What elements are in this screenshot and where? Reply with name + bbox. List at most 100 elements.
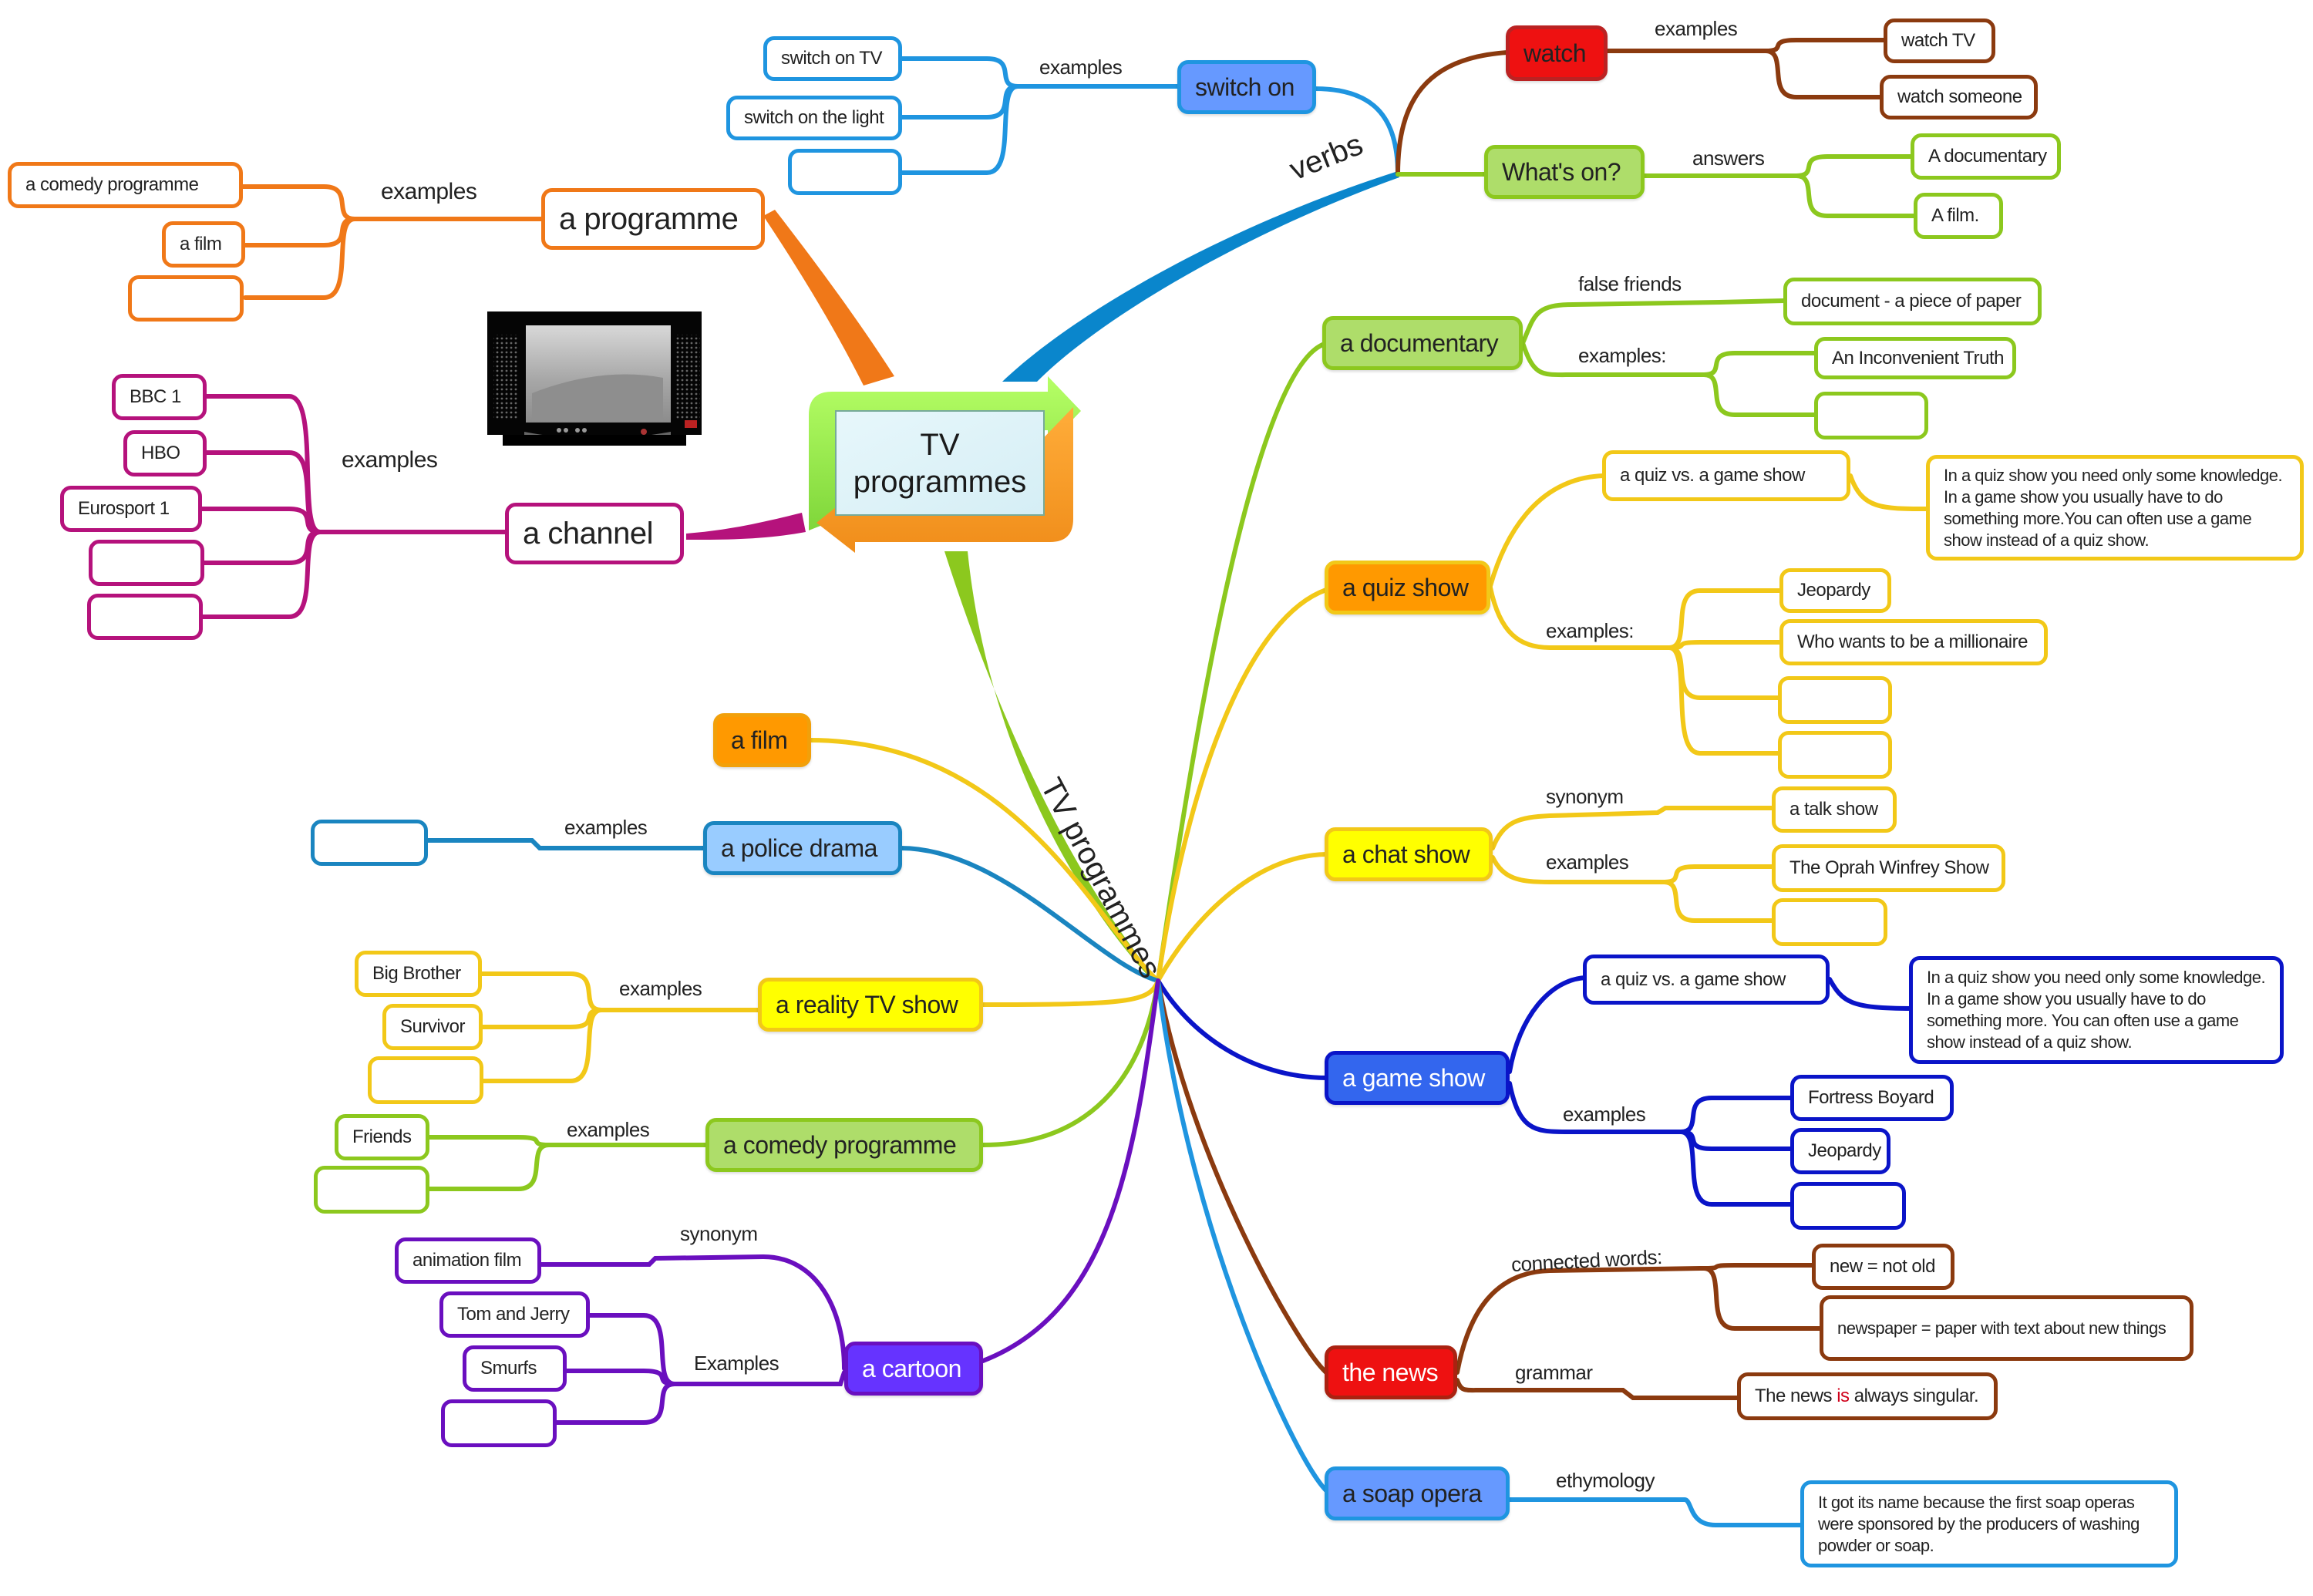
central-topic[interactable]: TV programmes bbox=[801, 376, 1081, 553]
leaf-a-film-answer[interactable]: A film. bbox=[1914, 193, 2003, 239]
leaf-empty[interactable] bbox=[1790, 1182, 1906, 1230]
leaf-watch-someone[interactable]: watch someone bbox=[1880, 75, 2038, 120]
connector-line bbox=[1520, 298, 1787, 345]
leaf-empty[interactable] bbox=[788, 149, 902, 195]
node-switch-on[interactable]: switch on bbox=[1177, 60, 1316, 114]
relation-label: synonym bbox=[680, 1222, 758, 1245]
leaf-watch-tv[interactable]: watch TV bbox=[1884, 19, 1995, 63]
connector-line bbox=[1675, 1096, 1795, 1134]
node-whats-on[interactable]: What's on? bbox=[1484, 145, 1645, 199]
leaf-a-documentary-label: A documentary bbox=[1928, 146, 2047, 167]
leaf-bbc-1-label: BBC 1 bbox=[130, 386, 181, 407]
node-the-news-label: the news bbox=[1342, 1358, 1439, 1386]
leaf-eurosport-1[interactable]: Eurosport 1 bbox=[60, 486, 202, 532]
node-switch-on-label: switch on bbox=[1195, 72, 1295, 101]
leaf-a-film-label: a film bbox=[180, 234, 222, 254]
leaf-newspaper[interactable]: newspaper = paper with text about new th… bbox=[1820, 1295, 2193, 1361]
note-game-vs-quiz-show[interactable]: In a quiz show you need only some knowle… bbox=[1909, 956, 2284, 1064]
leaf-an-inconvenient-truth-label: An Inconvenient Truth bbox=[1832, 347, 2004, 369]
leaf-switch-on-tv[interactable]: switch on TV bbox=[763, 36, 902, 81]
node-a-soap-opera[interactable]: a soap opera bbox=[1325, 1466, 1510, 1520]
leaf-a-documentary[interactable]: A documentary bbox=[1911, 133, 2061, 180]
leaf-grammar-note[interactable]: The news is always singular. bbox=[1737, 1372, 1998, 1420]
leaf-a-comedy-programme[interactable]: a comedy programme bbox=[8, 162, 243, 208]
leaf-big-brother[interactable]: Big Brother bbox=[355, 951, 482, 997]
leaf-empty[interactable] bbox=[87, 594, 203, 640]
node-a-chat-show[interactable]: a chat show bbox=[1325, 827, 1493, 881]
connector-line bbox=[426, 838, 705, 850]
note-soap-opera-etymology[interactable]: It got its name because the first soap o… bbox=[1800, 1480, 2178, 1567]
leaf-animation-film[interactable]: animation film bbox=[395, 1237, 541, 1284]
leaf-friends[interactable]: Friends bbox=[335, 1114, 429, 1160]
leaf-a-talk-show[interactable]: a talk show bbox=[1772, 786, 1897, 833]
leaf-tom-and-jerry-label: Tom and Jerry bbox=[457, 1304, 570, 1325]
leaf-empty[interactable] bbox=[441, 1399, 557, 1447]
connector-line bbox=[1663, 588, 1783, 650]
leaf-smurfs-label: Smurfs bbox=[480, 1358, 537, 1379]
leaf-watch-tv-label: watch TV bbox=[1901, 30, 1975, 51]
node-a-documentary[interactable]: a documentary bbox=[1322, 316, 1523, 370]
leaf-switch-on-the-light-label: switch on the light bbox=[744, 107, 884, 128]
node-a-film[interactable]: a film bbox=[713, 713, 811, 767]
leaf-who-wants-to-be-a-millionaire[interactable]: Who wants to be a millionaire bbox=[1779, 619, 2048, 665]
connector-line bbox=[1698, 1266, 1823, 1331]
leaf-document-a-piece-of-paper[interactable]: document - a piece of paper bbox=[1783, 278, 2042, 325]
node-a-comedy-programme[interactable]: a comedy programme bbox=[705, 1118, 983, 1172]
leaf-bbc-1[interactable]: BBC 1 bbox=[112, 374, 207, 420]
connector-line bbox=[200, 530, 507, 565]
connector-line bbox=[1455, 1266, 1702, 1375]
node-a-quiz-show-label: a quiz show bbox=[1342, 573, 1469, 601]
node-a-cartoon-label: a cartoon bbox=[862, 1354, 961, 1382]
leaf-empty[interactable] bbox=[89, 540, 204, 586]
node-a-quiz-show[interactable]: a quiz show bbox=[1325, 561, 1490, 614]
leaf-hbo[interactable]: HBO bbox=[123, 430, 207, 476]
node-a-comedy-programme-label: a comedy programme bbox=[723, 1130, 957, 1159]
relation-label: synonym bbox=[1546, 785, 1624, 808]
leaf-empty[interactable] bbox=[1778, 676, 1892, 724]
connector-line bbox=[1663, 640, 1783, 650]
node-game-quiz-vs-game-show[interactable]: a quiz vs. a game show bbox=[1583, 955, 1830, 1005]
node-a-quiz-vs-a-game-show[interactable]: a quiz vs. a game show bbox=[1602, 450, 1850, 501]
leaf-a-film[interactable]: a film bbox=[162, 221, 245, 268]
note-quiz-vs-game-show[interactable]: In a quiz show you need only some knowle… bbox=[1926, 455, 2304, 561]
leaf-new-not-old-label: new = not old bbox=[1830, 1256, 1935, 1277]
leaf-empty[interactable] bbox=[314, 1166, 429, 1214]
leaf-jeopardy[interactable]: Jeopardy bbox=[1779, 568, 1891, 613]
leaf-survivor[interactable]: Survivor bbox=[382, 1004, 483, 1050]
leaf-empty[interactable] bbox=[368, 1056, 483, 1104]
leaf-smurfs[interactable]: Smurfs bbox=[463, 1345, 567, 1392]
connector-line bbox=[981, 978, 1160, 1363]
connector-line bbox=[1848, 473, 1930, 511]
relation-label: examples bbox=[342, 447, 438, 473]
node-a-police-drama[interactable]: a police drama bbox=[703, 821, 902, 875]
node-a-film-label: a film bbox=[731, 726, 788, 754]
leaf-switch-on-the-light[interactable]: switch on the light bbox=[726, 96, 902, 140]
leaf-empty[interactable] bbox=[311, 820, 428, 866]
leaf-empty[interactable] bbox=[1814, 392, 1928, 439]
leaf-new-not-old[interactable]: new = not old bbox=[1812, 1244, 1954, 1290]
leaf-who-wants-to-be-a-millionaire-label: Who wants to be a millionaire bbox=[1797, 631, 2028, 652]
node-a-programme[interactable]: a programme bbox=[541, 188, 765, 250]
leaf-big-brother-label: Big Brother bbox=[372, 963, 461, 984]
leaf-jeopardy-game[interactable]: Jeopardy bbox=[1790, 1128, 1890, 1174]
leaf-the-oprah-winfrey-show[interactable]: The Oprah Winfrey Show bbox=[1772, 844, 2005, 892]
leaf-an-inconvenient-truth[interactable]: An Inconvenient Truth bbox=[1814, 337, 2016, 379]
node-a-game-show[interactable]: a game show bbox=[1325, 1051, 1510, 1105]
note-quiz-vs-game-show-label: In a quiz show you need only some knowle… bbox=[1944, 465, 2283, 550]
leaf-empty[interactable] bbox=[128, 275, 244, 322]
leaf-fortress-boyard[interactable]: Fortress Boyard bbox=[1790, 1075, 1954, 1121]
leaf-empty[interactable] bbox=[1772, 898, 1887, 946]
node-the-news[interactable]: the news bbox=[1325, 1345, 1457, 1399]
branch-channel bbox=[686, 513, 806, 540]
node-a-reality-tv-show[interactable]: a reality TV show bbox=[758, 978, 983, 1032]
leaf-tom-and-jerry[interactable]: Tom and Jerry bbox=[439, 1291, 590, 1338]
node-a-channel[interactable]: a channel bbox=[505, 503, 684, 564]
leaf-empty[interactable] bbox=[1778, 731, 1892, 779]
node-watch[interactable]: watch bbox=[1506, 25, 1608, 81]
relation-label: examples bbox=[619, 977, 702, 1000]
connector-line bbox=[243, 217, 544, 247]
connector-line bbox=[1156, 978, 1330, 1080]
connector-line bbox=[900, 84, 1180, 120]
node-a-cartoon[interactable]: a cartoon bbox=[844, 1342, 983, 1396]
relation-label: examples bbox=[1039, 56, 1123, 79]
